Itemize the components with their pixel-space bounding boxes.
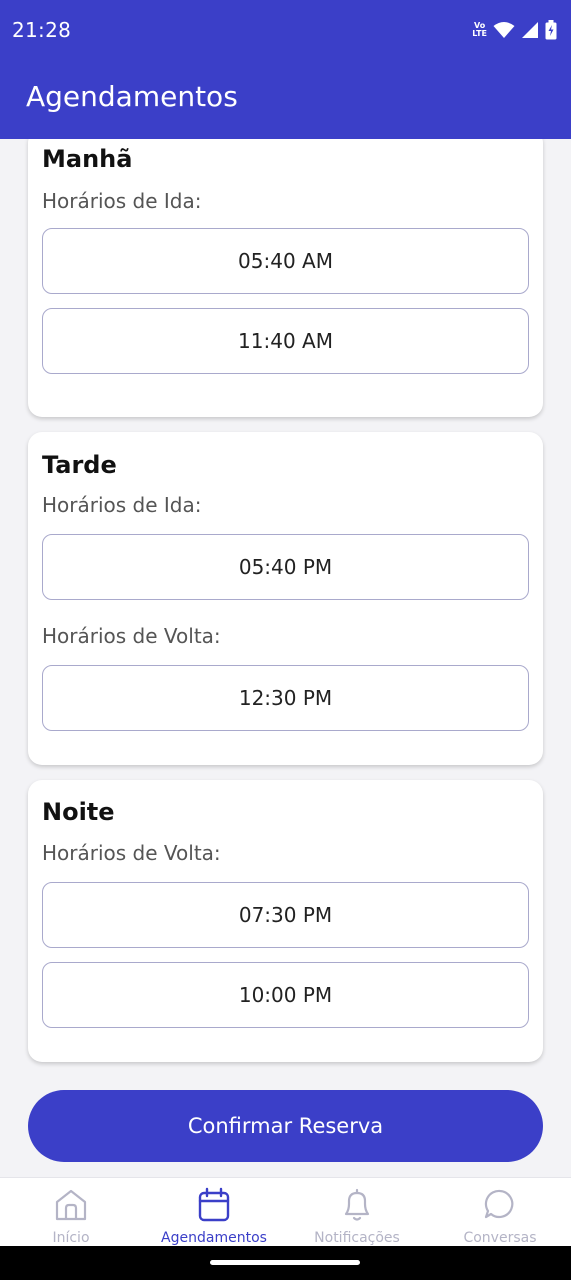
section-label: Horários de Volta: — [42, 841, 221, 865]
time-slot-button[interactable]: 05:40 AM — [42, 228, 529, 294]
schedule-list[interactable]: Manhã Horários de Ida: 05:40 AM 11:40 AM… — [0, 139, 571, 1177]
volte-bottom-label: LTE — [472, 29, 487, 38]
status-time: 21:28 — [12, 18, 72, 42]
section-label: Horários de Ida: — [42, 189, 202, 213]
volte-icon: Vo LTE — [472, 22, 487, 38]
chat-icon — [484, 1189, 514, 1219]
battery-icon — [545, 20, 557, 40]
status-bar: 21:28 Vo LTE — [0, 0, 571, 58]
section-label: Horários de Volta: — [42, 624, 221, 648]
home-gesture-handle[interactable] — [210, 1260, 360, 1265]
nav-label: Conversas — [463, 1230, 537, 1246]
system-navigation-bar — [0, 1246, 571, 1280]
nav-label: Agendamentos — [161, 1230, 267, 1246]
bottom-navigation: Início Agendamentos Notificações Convers… — [0, 1177, 571, 1246]
nav-label: Notificações — [314, 1230, 400, 1246]
status-icons: Vo LTE — [472, 18, 557, 42]
nav-item-conversas[interactable]: Conversas — [429, 1178, 571, 1247]
time-slot-button[interactable]: 10:00 PM — [42, 962, 529, 1028]
confirm-reservation-button[interactable]: Confirmar Reserva — [28, 1090, 543, 1162]
calendar-icon — [198, 1187, 230, 1222]
nav-label: Início — [52, 1230, 90, 1246]
section-title: Manhã — [42, 145, 133, 173]
nav-item-notificacoes[interactable]: Notificações — [286, 1178, 428, 1247]
page-title: Agendamentos — [26, 80, 238, 113]
wifi-icon — [493, 22, 515, 38]
card-night: Noite Horários de Volta: 07:30 PM 10:00 … — [28, 780, 543, 1062]
section-label: Horários de Ida: — [42, 493, 202, 517]
signal-icon — [522, 22, 538, 38]
app-bar: Agendamentos — [0, 58, 571, 139]
card-morning: Manhã Horários de Ida: 05:40 AM 11:40 AM — [28, 139, 543, 417]
time-slot-button[interactable]: 11:40 AM — [42, 308, 529, 374]
nav-item-inicio[interactable]: Início — [0, 1178, 142, 1247]
time-slot-button[interactable]: 07:30 PM — [42, 882, 529, 948]
section-title: Tarde — [42, 451, 117, 479]
time-slot-button[interactable]: 05:40 PM — [42, 534, 529, 600]
card-afternoon: Tarde Horários de Ida: 05:40 PM Horários… — [28, 432, 543, 765]
nav-item-agendamentos[interactable]: Agendamentos — [143, 1178, 285, 1247]
home-icon — [55, 1189, 87, 1221]
bell-icon — [344, 1188, 370, 1221]
section-title: Noite — [42, 798, 115, 826]
time-slot-button[interactable]: 12:30 PM — [42, 665, 529, 731]
